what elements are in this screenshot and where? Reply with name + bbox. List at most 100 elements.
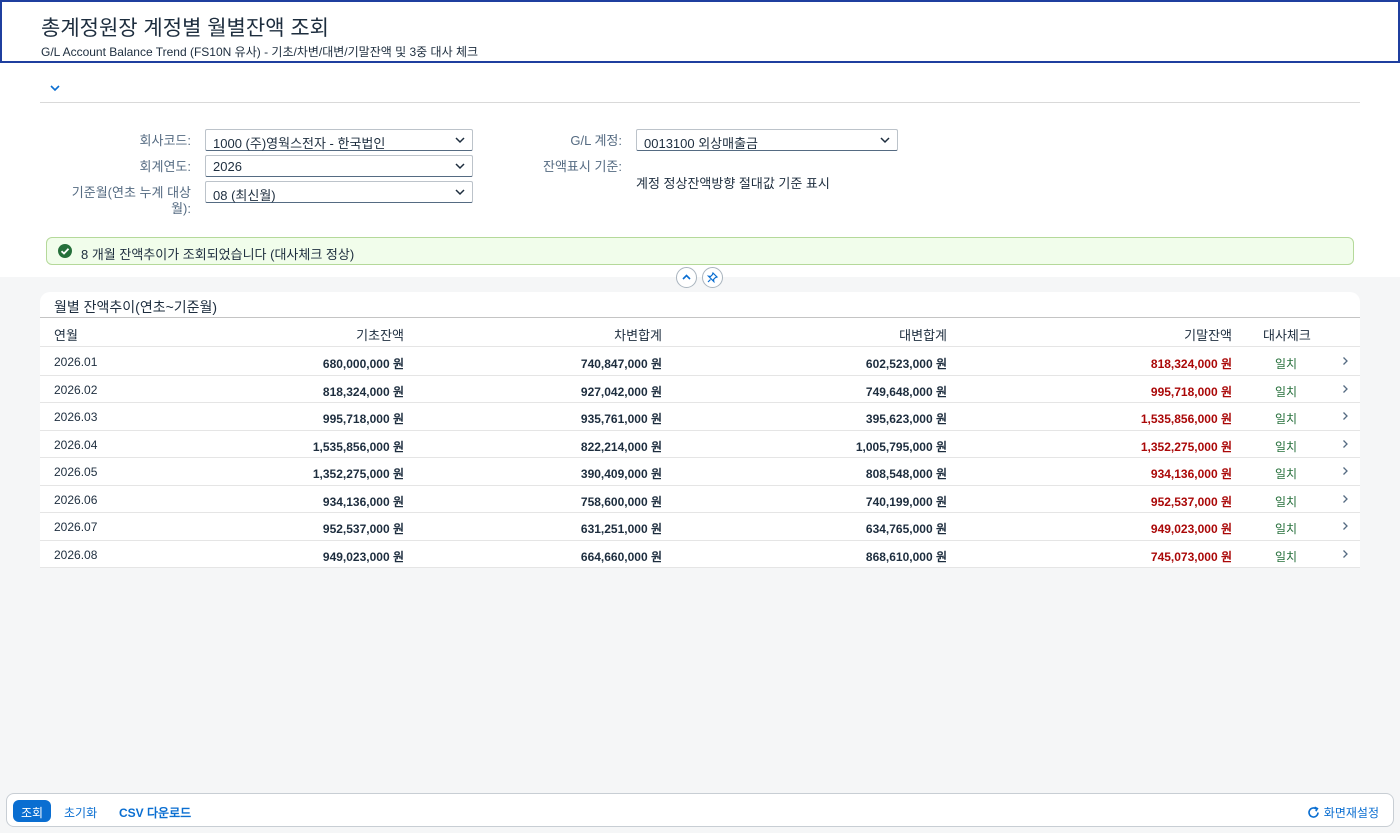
csv-download-button[interactable]: CSV 다운로드 bbox=[111, 800, 199, 822]
table-row[interactable]: 2026.06 934,136,000 원 758,600,000 원 740,199… bbox=[40, 486, 1360, 513]
column-header-check[interactable]: 대사체크 bbox=[1263, 325, 1311, 344]
cell-period: 2026.04 bbox=[54, 437, 98, 452]
refresh-icon bbox=[1308, 806, 1319, 818]
cell-reconciliation-check: 일치 bbox=[1275, 522, 1298, 536]
success-message-text: 8 개월 잔액추이가 조회되었습니다 (대사체크 정상) bbox=[81, 247, 355, 262]
cell-credit-total: 868,610,000 원 bbox=[865, 549, 947, 564]
reset-screen-label: 화면재설정 bbox=[1323, 806, 1379, 820]
cell-debit-total: 664,660,000 원 bbox=[580, 549, 662, 564]
cell-opening-balance: 995,718,000 원 bbox=[322, 412, 404, 426]
cell-opening-balance: 952,537,000 원 bbox=[322, 522, 404, 536]
cell-credit-total: 395,623,000 원 bbox=[865, 412, 947, 426]
chevron-down-icon bbox=[455, 189, 465, 196]
reset-button[interactable]: 초기화 bbox=[56, 800, 105, 822]
cell-reconciliation-check: 일치 bbox=[1275, 384, 1298, 399]
column-header-credit[interactable]: 대변합계 bbox=[899, 325, 947, 344]
chevron-down-icon bbox=[455, 137, 465, 144]
company-code-label: 회사코드: bbox=[139, 133, 191, 148]
chevron-right-icon[interactable] bbox=[1340, 521, 1350, 531]
chevron-right-icon[interactable] bbox=[1340, 356, 1350, 366]
table-row[interactable]: 2026.03 995,718,000 원 935,761,000 원 395,623… bbox=[40, 403, 1360, 431]
gl-account-value: 0013100 외상매출금 bbox=[644, 136, 759, 151]
cell-closing-balance: 995,718,000 원 bbox=[1150, 384, 1232, 399]
chevron-down-icon bbox=[455, 163, 465, 170]
cell-opening-balance: 1,535,856,000 원 bbox=[312, 439, 404, 454]
company-code-select[interactable]: 1000 (주)영웍스전자 - 한국법인 bbox=[205, 129, 473, 151]
table-row[interactable]: 2026.01 680,000,000 원 740,847,000 원 602,523… bbox=[40, 348, 1360, 376]
cell-opening-balance: 818,324,000 원 bbox=[322, 384, 404, 399]
cell-period: 2026.07 bbox=[54, 520, 98, 534]
table-row[interactable]: 2026.07 952,537,000 원 631,251,000 원 634,765… bbox=[40, 513, 1360, 541]
gl-account-label: G/L 계정: bbox=[570, 133, 622, 148]
chevron-right-icon[interactable] bbox=[1340, 384, 1350, 394]
table-row[interactable]: 2026.02 818,324,000 원 927,042,000 원 749,648… bbox=[40, 376, 1360, 403]
balance-display-value: 계정 정상잔액방향 절대값 기준 표시 bbox=[636, 176, 830, 191]
page-subtitle: G/L Account Balance Trend (FS10N 유사) - 기… bbox=[41, 45, 479, 59]
reset-screen-button[interactable]: 화면재설정 bbox=[1299, 800, 1387, 822]
filter-divider bbox=[40, 102, 1360, 103]
cell-debit-total: 758,600,000 원 bbox=[580, 494, 662, 509]
base-month-select[interactable]: 08 (최신월) bbox=[205, 181, 473, 203]
cell-debit-total: 631,251,000 원 bbox=[580, 522, 662, 536]
chevron-right-icon[interactable] bbox=[1340, 439, 1350, 449]
cell-opening-balance: 1,352,275,000 원 bbox=[312, 467, 404, 481]
pin-icon bbox=[707, 272, 718, 283]
base-month-label-line1: 기준월(연초 누계 대상 bbox=[71, 185, 191, 200]
check-circle-icon bbox=[58, 244, 72, 258]
balance-display-label: 잔액표시 기준: bbox=[543, 159, 622, 174]
gl-account-select[interactable]: 0013100 외상매출금 bbox=[636, 129, 898, 151]
cell-reconciliation-check: 일치 bbox=[1275, 549, 1298, 564]
cell-credit-total: 602,523,000 원 bbox=[865, 357, 947, 371]
column-header-closing[interactable]: 기말잔액 bbox=[1184, 325, 1232, 344]
table-row[interactable]: 2026.04 1,535,856,000 원 822,214,000 원 1,005… bbox=[40, 431, 1360, 458]
cell-closing-balance: 949,023,000 원 bbox=[1150, 522, 1232, 536]
cell-debit-total: 740,847,000 원 bbox=[580, 357, 662, 371]
cell-debit-total: 390,409,000 원 bbox=[580, 467, 662, 481]
footer-toolbar: 조회 초기화 CSV 다운로드 화면재설정 bbox=[6, 793, 1394, 827]
cell-reconciliation-check: 일치 bbox=[1275, 467, 1298, 481]
fiscal-year-select[interactable]: 2026 bbox=[205, 155, 473, 177]
cell-credit-total: 740,199,000 원 bbox=[865, 494, 947, 509]
cell-period: 2026.03 bbox=[54, 410, 98, 424]
cell-period: 2026.02 bbox=[54, 382, 98, 397]
cell-reconciliation-check: 일치 bbox=[1275, 494, 1298, 509]
page-title: 총계정원장 계정별 월별잔액 조회 bbox=[41, 17, 329, 40]
column-header-period[interactable]: 연월 bbox=[54, 325, 78, 344]
cell-credit-total: 808,548,000 원 bbox=[865, 467, 947, 481]
table-header: 연월 기초잔액 차변합계 대변합계 기말잔액 대사체크 bbox=[40, 317, 1360, 347]
column-header-debit[interactable]: 차변합계 bbox=[614, 325, 662, 344]
search-button[interactable]: 조회 bbox=[13, 800, 52, 822]
cell-credit-total: 634,765,000 원 bbox=[865, 522, 947, 536]
table-row[interactable]: 2026.05 1,352,275,000 원 390,409,000 원 808,5… bbox=[40, 458, 1360, 486]
fiscal-year-value: 2026 bbox=[213, 159, 242, 174]
cell-closing-balance: 1,535,856,000 원 bbox=[1140, 412, 1232, 426]
page-header: 총계정원장 계정별 월별잔액 조회 G/L Account Balance Tr… bbox=[0, 0, 1400, 63]
filter-toggle-button[interactable] bbox=[48, 81, 66, 99]
cell-opening-balance: 949,023,000 원 bbox=[322, 549, 404, 564]
cell-closing-balance: 934,136,000 원 bbox=[1150, 467, 1232, 481]
chevron-right-icon[interactable] bbox=[1340, 466, 1350, 476]
base-month-label: 기준월(연초 누계 대상 월): bbox=[40, 185, 191, 217]
table-row[interactable]: 2026.08 949,023,000 원 664,660,000 원 868,610… bbox=[40, 541, 1360, 568]
table-title: 월별 잔액추이(연초~기준월) bbox=[54, 299, 218, 315]
cell-reconciliation-check: 일치 bbox=[1275, 412, 1298, 426]
cell-closing-balance: 952,537,000 원 bbox=[1150, 494, 1232, 509]
cell-period: 2026.08 bbox=[54, 547, 98, 562]
chevron-up-icon bbox=[682, 274, 691, 280]
base-month-label-line2: 월): bbox=[171, 201, 191, 216]
cell-closing-balance: 745,073,000 원 bbox=[1150, 549, 1232, 564]
column-header-opening[interactable]: 기초잔액 bbox=[356, 325, 404, 344]
pin-header-button[interactable] bbox=[702, 267, 723, 288]
chevron-right-icon[interactable] bbox=[1340, 411, 1350, 421]
cell-closing-balance: 1,352,275,000 원 bbox=[1140, 439, 1232, 454]
balance-trend-table: 월별 잔액추이(연초~기준월) 연월 기초잔액 차변합계 대변합계 기말잔액 대… bbox=[40, 292, 1360, 568]
cell-debit-total: 927,042,000 원 bbox=[580, 384, 662, 399]
cell-reconciliation-check: 일치 bbox=[1275, 357, 1298, 371]
cell-period: 2026.05 bbox=[54, 465, 98, 479]
cell-period: 2026.01 bbox=[54, 355, 98, 369]
collapse-header-button[interactable] bbox=[676, 267, 697, 288]
cell-debit-total: 822,214,000 원 bbox=[580, 439, 662, 454]
chevron-right-icon[interactable] bbox=[1340, 549, 1350, 559]
cell-credit-total: 749,648,000 원 bbox=[865, 384, 947, 399]
chevron-right-icon[interactable] bbox=[1340, 494, 1350, 504]
